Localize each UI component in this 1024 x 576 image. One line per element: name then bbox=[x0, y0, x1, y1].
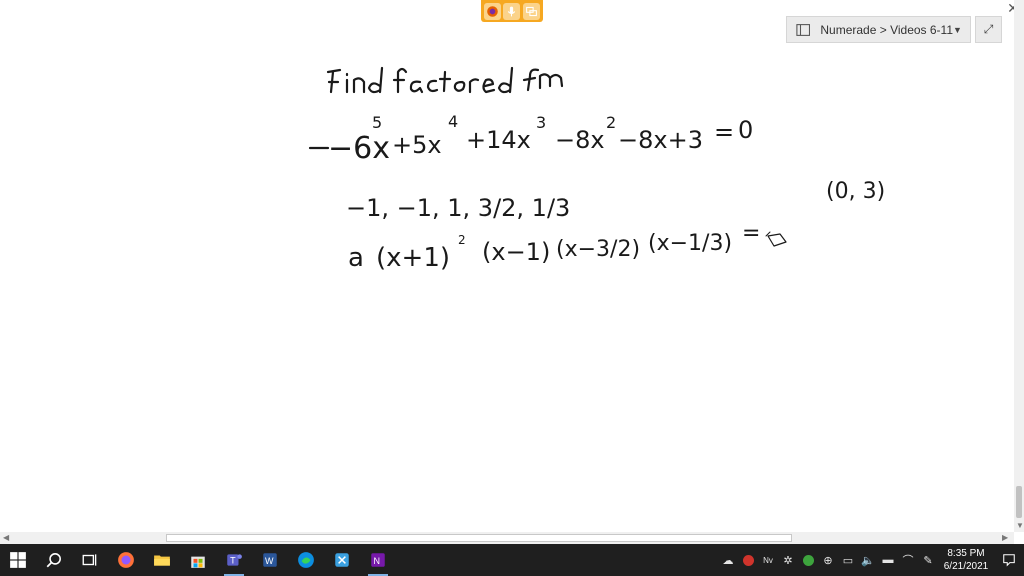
svg-text:N: N bbox=[374, 556, 381, 566]
teams-icon[interactable]: T bbox=[216, 544, 252, 576]
wifi-icon[interactable]: ⌒ bbox=[898, 544, 918, 576]
eq-term-4: −8x bbox=[555, 126, 605, 154]
ink-point: (0, 3) bbox=[826, 179, 885, 204]
battery-icon[interactable]: ▬ bbox=[878, 544, 898, 576]
onenote-icon[interactable]: N bbox=[360, 544, 396, 576]
windows-taskbar: T W N ☁ Nv ✲ ⊕ ▭ 🔈 ▬ ⌒ ✎ 8:35 PM 6/21/20… bbox=[0, 544, 1024, 576]
snipping-tool-icon[interactable] bbox=[324, 544, 360, 576]
edge-icon[interactable] bbox=[288, 544, 324, 576]
firefox-icon[interactable] bbox=[108, 544, 144, 576]
windows-start-icon[interactable] bbox=[0, 544, 36, 576]
system-clock[interactable]: 8:35 PM 6/21/2021 bbox=[938, 547, 994, 573]
scroll-right-icon[interactable]: ▶ bbox=[1002, 532, 1008, 544]
horizontal-scroll-thumb[interactable] bbox=[166, 534, 792, 542]
handwriting-ink: −6x 5 +5x 4 +14x 3 −8x 2 −8x+3 = 0 −1, −… bbox=[308, 66, 885, 273]
eq-term-3: +14x bbox=[466, 126, 531, 154]
eq-exp-1: 5 bbox=[372, 113, 382, 132]
pen-icon[interactable]: ✎ bbox=[918, 544, 938, 576]
vertical-scroll-thumb[interactable] bbox=[1016, 486, 1022, 518]
word-icon[interactable]: W bbox=[252, 544, 288, 576]
microsoft-store-icon[interactable] bbox=[180, 544, 216, 576]
vertical-scrollbar[interactable]: ▼ bbox=[1014, 0, 1024, 532]
file-explorer-icon[interactable] bbox=[144, 544, 180, 576]
app-badge-icon[interactable] bbox=[738, 544, 758, 576]
eq-exp-4: 2 bbox=[606, 113, 616, 132]
system-tray: ☁ Nv ✲ ⊕ ▭ 🔈 ▬ ⌒ ✎ 8:35 PM 6/21/2021 bbox=[718, 544, 1024, 576]
nvidia-icon[interactable]: Nv bbox=[758, 544, 778, 576]
bluetooth-icon[interactable]: ✲ bbox=[778, 544, 798, 576]
eq-equals: = bbox=[714, 118, 734, 146]
factored-equals: = bbox=[742, 221, 760, 246]
factored-f1: (x+1) bbox=[376, 243, 450, 273]
eq-term-2: +5x bbox=[392, 131, 442, 159]
task-view-icon[interactable] bbox=[72, 544, 108, 576]
factored-f4: (x−1/3) bbox=[648, 231, 732, 256]
ink-factored-form: a (x+1) 2 (x−1) (x−3/2) (x−1/3) = bbox=[348, 221, 760, 273]
clock-time: 8:35 PM bbox=[947, 548, 985, 559]
scroll-left-icon[interactable]: ◀ bbox=[3, 532, 9, 544]
notification-center-icon[interactable] bbox=[994, 544, 1024, 576]
svg-text:T: T bbox=[230, 555, 236, 565]
factored-f1-exp: 2 bbox=[458, 233, 466, 247]
clock-date: 6/21/2021 bbox=[943, 561, 989, 572]
factored-a: a bbox=[348, 243, 364, 273]
eq-exp-3: 3 bbox=[536, 113, 546, 132]
eq-exp-2: 4 bbox=[448, 112, 458, 131]
search-icon[interactable] bbox=[36, 544, 72, 576]
scroll-down-icon[interactable]: ▼ bbox=[1016, 520, 1024, 532]
eq-term-5: −8x+3 bbox=[618, 126, 703, 154]
horizontal-scrollbar[interactable]: ◀ ▶ bbox=[0, 532, 1014, 544]
eq-rhs: 0 bbox=[738, 116, 753, 144]
ink-line-find-factored-form bbox=[326, 66, 564, 94]
ink-equation: −6x 5 +5x 4 +14x 3 −8x 2 −8x+3 = 0 bbox=[308, 112, 753, 166]
volume-icon[interactable]: 🔈 bbox=[858, 544, 878, 576]
security-icon[interactable]: ⊕ bbox=[818, 544, 838, 576]
factored-f2: (x−1) bbox=[482, 238, 550, 266]
eq-term-1: −6x bbox=[328, 131, 390, 166]
green-app-icon[interactable] bbox=[798, 544, 818, 576]
svg-text:W: W bbox=[265, 556, 274, 566]
onedrive-icon[interactable]: ☁ bbox=[718, 544, 738, 576]
eraser-cursor-icon bbox=[765, 231, 787, 247]
ink-roots: −1, −1, 1, 3/2, 1/3 bbox=[346, 194, 570, 222]
factored-f3: (x−3/2) bbox=[556, 237, 640, 262]
display-icon[interactable]: ▭ bbox=[838, 544, 858, 576]
